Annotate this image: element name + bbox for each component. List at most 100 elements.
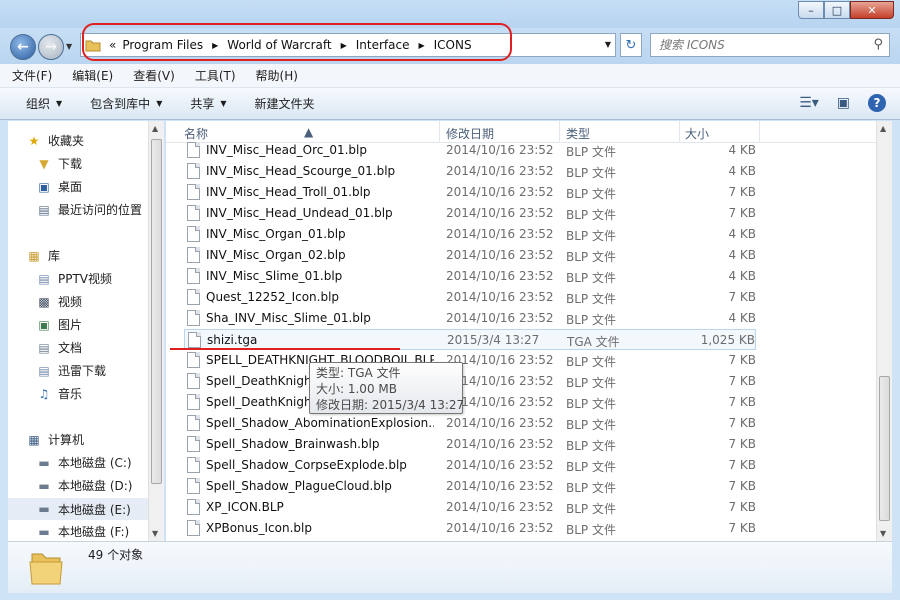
file-size: 7 KB — [728, 500, 756, 514]
include-library-button[interactable]: 包含到库中 ▼ — [90, 95, 162, 112]
recent-pages-dropdown[interactable]: ▼ — [66, 42, 72, 51]
chevron-right-icon[interactable]: ▶ — [341, 41, 347, 50]
search-input[interactable] — [659, 38, 859, 52]
menu-tools[interactable]: 工具(T) — [195, 67, 236, 84]
file-icon — [187, 247, 200, 263]
nav-recent[interactable]: ▤ 最近访问的位置 — [36, 201, 142, 218]
nav-videos[interactable]: ▩ 视频 — [36, 293, 82, 310]
table-row[interactable]: Spell_Shadow_AbominationExplosion.... 201… — [184, 413, 756, 434]
nav-pptv[interactable]: ▤ PPTV视频 — [36, 270, 112, 287]
address-bar[interactable]: « Program Files ▶ World of Warcraft ▶ In… — [80, 33, 616, 57]
table-row[interactable]: INV_Misc_Head_Troll_01.blp 2014/10/16 23:… — [184, 182, 756, 203]
help-icon[interactable]: ? — [868, 94, 886, 112]
table-row[interactable]: INV_Misc_Head_Undead_01.blp 2014/10/16 23… — [184, 203, 756, 224]
back-button[interactable]: ← — [10, 34, 36, 60]
nav-disk-f[interactable]: ▬ 本地磁盘 (F:) — [36, 523, 129, 540]
file-name: Sha_INV_Misc_Slime_01.blp — [206, 311, 371, 325]
table-row[interactable]: Quest_12252_Icon.blp 2014/10/16 23:52 BLP … — [184, 287, 756, 308]
nav-disk-d[interactable]: ▬ 本地磁盘 (D:) — [36, 477, 132, 494]
menu-edit[interactable]: 编辑(E) — [72, 67, 113, 84]
nav-downloads[interactable]: ▼ 下载 — [36, 155, 82, 172]
navigation-bar: ← → ▼ « Program Files ▶ World of Warcraf… — [0, 28, 900, 64]
breadcrumb-item[interactable]: ICONS — [434, 38, 472, 52]
scroll-up-icon[interactable]: ▲ — [152, 124, 158, 133]
table-row[interactable]: INV_Misc_Head_Orc_01.blp 2014/10/16 23:52… — [184, 140, 756, 161]
nav-disk-c[interactable]: ▬ 本地磁盘 (C:) — [36, 454, 131, 471]
window-controls: – □ ✕ — [798, 1, 894, 19]
file-icon — [187, 520, 200, 536]
search-box[interactable]: ⚲ — [650, 33, 890, 57]
chevron-right-icon[interactable]: ▶ — [418, 41, 424, 50]
share-button[interactable]: 共享 ▼ — [190, 95, 226, 112]
file-type: TGA 文件 — [567, 335, 620, 349]
table-row[interactable]: Spell_DeathKnight 2014/10/16 23:52 BLP 文件 7… — [184, 371, 756, 392]
table-row[interactable]: SPELL_DEATHKNIGHT_BLOODBOIL.BLP 2014/10/1… — [184, 350, 756, 371]
minimize-button[interactable]: – — [798, 1, 824, 19]
nav-label: 音乐 — [58, 387, 83, 401]
sort-arrow-icon: ▲ — [304, 125, 314, 139]
table-row[interactable]: INV_Misc_Organ_02.blp 2014/10/16 23:52 BLP… — [184, 245, 756, 266]
menu-file[interactable]: 文件(F) — [12, 67, 52, 84]
file-icon — [187, 268, 200, 284]
chevron-right-icon[interactable]: ▶ — [212, 41, 218, 50]
command-bar: 组织 ▼ 包含到库中 ▼ 共享 ▼ 新建文件夹 ☰▾ ▣ ? — [0, 88, 900, 120]
file-icon — [187, 478, 200, 494]
chevron-down-icon[interactable]: ▼ — [605, 40, 611, 49]
nav-documents[interactable]: ▤ 文档 — [36, 339, 82, 356]
nav-disk-e[interactable]: ▬ 本地磁盘 (E:) — [8, 498, 148, 520]
breadcrumb-item[interactable]: Interface — [356, 38, 410, 52]
table-row[interactable]: XP_ICON.BLP 2014/10/16 23:52 BLP 文件 7 KB — [184, 497, 756, 518]
table-row[interactable]: Spell_Shadow_CorpseExplode.blp 2014/10/16… — [184, 455, 756, 476]
close-button[interactable]: ✕ — [850, 1, 894, 19]
file-icon — [187, 163, 200, 179]
forward-button[interactable]: → — [38, 34, 64, 60]
table-row[interactable]: INV_Misc_Slime_01.blp 2014/10/16 23:52 BLP… — [184, 266, 756, 287]
preview-pane-icon[interactable]: ▣ — [837, 95, 850, 111]
scroll-down-icon[interactable]: ▼ — [152, 529, 158, 538]
file-type: BLP 文件 — [566, 418, 616, 432]
nav-label: 下载 — [58, 157, 83, 171]
breadcrumb-overflow[interactable]: « — [109, 38, 116, 52]
menu-help[interactable]: 帮助(H) — [256, 67, 298, 84]
table-row[interactable]: Sha_INV_Misc_Slime_01.blp 2014/10/16 23:5… — [184, 308, 756, 329]
file-size: 7 KB — [728, 416, 756, 430]
computer-icon: ▦ — [28, 432, 40, 447]
nav-libraries[interactable]: ▦ 库 — [26, 247, 60, 264]
nav-scrollbar[interactable]: ▲ ▼ — [148, 121, 164, 541]
new-folder-button[interactable]: 新建文件夹 — [255, 95, 315, 112]
folder-icon — [29, 553, 63, 585]
breadcrumb-item[interactable]: World of Warcraft — [227, 38, 331, 52]
table-row[interactable]: Spell_DeathKnight 2014/10/16 23:52 BLP 文件 7… — [184, 392, 756, 413]
scrollbar-thumb[interactable] — [151, 139, 162, 484]
table-row[interactable]: INV_Misc_Head_Scourge_01.blp 2014/10/16 2… — [184, 161, 756, 182]
annotation-underline — [170, 348, 400, 350]
refresh-button[interactable]: ↻ — [620, 33, 642, 57]
table-row[interactable]: shizi.tga 2015/3/4 13:27 TGA 文件 1,025 KB — [184, 329, 756, 350]
table-row[interactable]: Spell_Shadow_Brainwash.blp 2014/10/16 23:… — [184, 434, 756, 455]
nav-music[interactable]: ♫ 音乐 — [36, 385, 82, 402]
nav-computer[interactable]: ▦ 计算机 — [26, 431, 84, 448]
file-date: 2014/10/16 23:52 — [446, 437, 554, 451]
scrollbar-thumb[interactable] — [879, 376, 890, 521]
scroll-down-icon[interactable]: ▼ — [880, 529, 886, 538]
table-row[interactable]: INV_Misc_Organ_01.blp 2014/10/16 23:52 BLP… — [184, 224, 756, 245]
search-icon[interactable]: ⚲ — [873, 37, 883, 52]
nav-favorites[interactable]: ★ 收藏夹 — [26, 132, 84, 149]
table-row[interactable]: Spell_Shadow_PlagueCloud.blp 2014/10/16 2… — [184, 476, 756, 497]
nav-desktop[interactable]: ▣ 桌面 — [36, 178, 82, 195]
file-list-scrollbar[interactable]: ▲ ▼ — [876, 121, 892, 541]
organize-button[interactable]: 组织 ▼ — [26, 95, 62, 112]
view-options-icon[interactable]: ☰▾ — [799, 95, 819, 111]
drive-icon: ▬ — [38, 478, 50, 493]
file-size: 7 KB — [728, 521, 756, 535]
menu-view[interactable]: 查看(V) — [133, 67, 175, 84]
nav-xunlei[interactable]: ▤ 迅雷下载 — [36, 362, 106, 379]
breadcrumb-item[interactable]: Program Files — [122, 38, 203, 52]
nav-pictures[interactable]: ▣ 图片 — [36, 316, 82, 333]
maximize-button[interactable]: □ — [824, 1, 850, 19]
file-date: 2014/10/16 23:52 — [446, 311, 554, 325]
scroll-up-icon[interactable]: ▲ — [880, 124, 886, 133]
arrow-left-icon: ← — [17, 39, 29, 55]
table-row[interactable]: XPBonus_Icon.blp 2014/10/16 23:52 BLP 文件 7 … — [184, 518, 756, 539]
chevron-down-icon: ▼ — [220, 99, 227, 108]
